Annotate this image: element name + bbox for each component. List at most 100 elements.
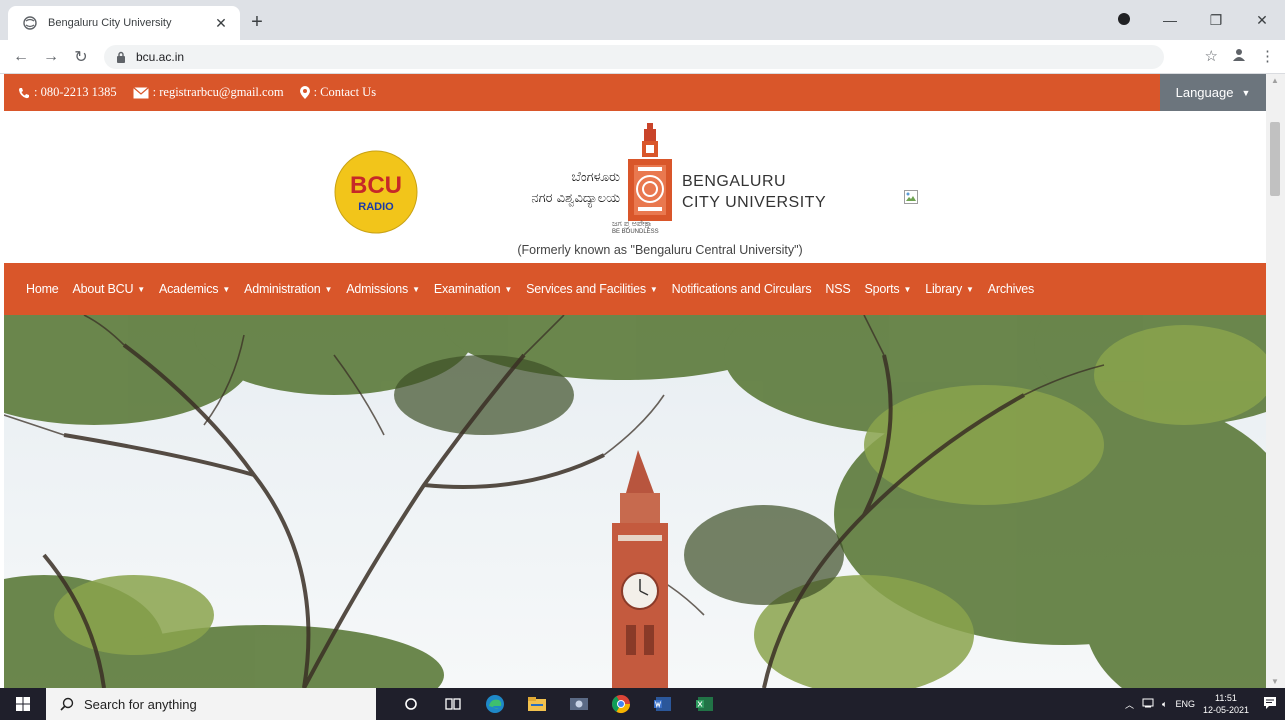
university-motto: ಜಗ ಪ್ರ ಅಪೇಕ್ಷಾ BE BOUNDLESS xyxy=(612,219,659,235)
nav-item-label: Admissions xyxy=(346,282,409,296)
contact-us-link[interactable]: : Contact Us xyxy=(299,85,376,100)
hero-image xyxy=(4,315,1266,688)
photos-app-icon[interactable] xyxy=(558,688,600,720)
caret-down-icon: ▼ xyxy=(903,284,912,294)
caret-down-icon: ▼ xyxy=(324,284,333,294)
caret-down-icon: ▼ xyxy=(966,284,974,294)
nav-item-notifications-and-circulars[interactable]: Notifications and Circulars xyxy=(672,282,812,296)
caret-down-icon: ▼ xyxy=(137,284,145,294)
taskbar-search-placeholder: Search for anything xyxy=(84,696,197,712)
nav-item-sports[interactable]: Sports ▼ xyxy=(865,282,912,296)
tab-title: Bengaluru City University xyxy=(48,17,172,29)
address-bar-row: ← → ↻ bcu.ac.in ☆ ⋮ xyxy=(0,40,1285,74)
close-window-icon[interactable]: ✕ xyxy=(1239,12,1285,29)
show-hidden-icons-chevron[interactable]: ︿ xyxy=(1125,698,1134,711)
clock-date: 12-05-2021 xyxy=(1202,705,1249,715)
forward-icon[interactable]: → xyxy=(36,48,66,66)
radio-logo-text-radio: RADIO xyxy=(358,201,394,213)
profile-icon[interactable] xyxy=(1232,47,1246,65)
broken-image-icon xyxy=(904,190,918,204)
university-logo[interactable]: ಬೆಂಗಳೂರು ನಗರ ವಿಶ್ವವಿದ್ಯಾಲಯ BENGALURU CIT… xyxy=(478,119,848,239)
chrome-browser-icon[interactable] xyxy=(600,688,642,720)
close-tab-icon[interactable]: ✕ xyxy=(212,15,230,32)
kannada-name-line1: ಬೆಂಗಳೂರು xyxy=(571,170,620,185)
word-app-icon[interactable] xyxy=(642,688,684,720)
scroll-down-arrow-icon[interactable]: ▼ xyxy=(1271,677,1279,686)
phone-icon xyxy=(19,87,29,98)
kannada-name-line2: ನಗರ ವಿಶ್ವವಿದ್ಯಾಲಯ xyxy=(531,191,620,206)
browser-tab-bar: Bengaluru City University ✕ + — ❐ ✕ xyxy=(0,0,1285,40)
scroll-up-arrow-icon[interactable]: ▲ xyxy=(1271,76,1279,85)
taskbar-search-box[interactable]: Search for anything xyxy=(46,688,376,720)
email-text: : registrarbcu@gmail.com xyxy=(152,85,284,99)
nav-item-academics[interactable]: Academics ▼ xyxy=(159,282,230,296)
new-tab-button[interactable]: + xyxy=(244,12,270,34)
scroll-thumb[interactable] xyxy=(1270,122,1280,196)
nav-item-nss[interactable]: NSS xyxy=(825,282,850,296)
page-scrollbar[interactable]: ▲ ▼ xyxy=(1266,74,1285,688)
nav-item-examination[interactable]: Examination ▼ xyxy=(433,282,513,296)
caret-down-icon: ▼ xyxy=(222,284,231,294)
radio-logo-text-bcu: BCU xyxy=(350,172,402,199)
nav-item-library[interactable]: Library ▼ xyxy=(925,282,974,296)
caret-down-icon: ▼ xyxy=(504,284,513,294)
globe-icon xyxy=(22,15,38,31)
edge-browser-icon[interactable] xyxy=(474,688,516,720)
bcu-radio-logo[interactable]: BCU RADIO xyxy=(334,150,418,234)
browser-tab[interactable]: Bengaluru City University ✕ xyxy=(8,6,240,40)
university-name-line2: CITY UNIVERSITY xyxy=(682,194,827,211)
file-explorer-icon[interactable] xyxy=(516,688,558,720)
nav-item-archives[interactable]: Archives xyxy=(987,282,1035,296)
nav-item-label: Sports xyxy=(864,282,900,296)
search-icon xyxy=(60,697,74,711)
bookmark-star-icon[interactable]: ☆ xyxy=(1205,47,1218,65)
nav-item-label: Archives xyxy=(987,282,1035,296)
caret-down-icon: ▼ xyxy=(1241,87,1251,98)
reload-icon[interactable]: ↻ xyxy=(66,47,96,67)
language-dropdown-button[interactable]: Language ▼ xyxy=(1160,74,1266,111)
back-icon[interactable]: ← xyxy=(6,48,36,66)
excel-app-icon[interactable] xyxy=(684,688,726,720)
email-link[interactable]: : registrarbcu@gmail.com xyxy=(132,85,284,100)
minimize-icon[interactable]: — xyxy=(1147,12,1193,28)
nav-item-services-and-facilities[interactable]: Services and Facilities ▼ xyxy=(526,282,658,296)
phone-text: : 080-2213 1385 xyxy=(34,85,117,99)
clock-time: 11:51 xyxy=(1215,693,1237,703)
notifications-icon[interactable] xyxy=(1263,696,1277,712)
record-icon[interactable] xyxy=(1101,12,1147,28)
nav-item-admissions[interactable]: Admissions ▼ xyxy=(346,282,420,296)
nav-item-label: Home xyxy=(26,282,59,296)
nav-item-about-bcu[interactable]: About BCU ▼ xyxy=(73,282,146,296)
volume-icon[interactable]: 🔈︎ xyxy=(1162,699,1167,710)
task-view-icon[interactable] xyxy=(432,688,474,720)
network-icon[interactable] xyxy=(1142,698,1154,710)
url-bar[interactable]: bcu.ac.in xyxy=(104,45,1164,69)
nav-item-label: Academics xyxy=(159,282,219,296)
taskbar-clock[interactable]: 11:51 12-05-2021 xyxy=(1203,692,1249,716)
nav-item-label: Examination xyxy=(433,282,501,296)
header-logo-area: BCU RADIO ಬೆಂಗಳೂರು ನಗರ ವಿಶ್ವವಿದ್ಯಾಲಯ BEN… xyxy=(4,111,1266,263)
nav-item-administration[interactable]: Administration ▼ xyxy=(244,282,332,296)
caret-down-icon: ▼ xyxy=(649,284,658,294)
windows-start-button[interactable] xyxy=(0,688,46,720)
menu-kebab-icon[interactable]: ⋮ xyxy=(1260,47,1275,65)
main-navigation: Home About BCU ▼ Academics ▼ Administration ▼ A… xyxy=(4,263,1266,315)
nav-item-home[interactable]: Home xyxy=(26,282,59,296)
cortana-icon[interactable] xyxy=(390,688,432,720)
lock-icon xyxy=(117,51,125,63)
language-label: Language xyxy=(1175,85,1234,100)
input-language-indicator[interactable]: ENG xyxy=(1175,699,1195,709)
hero-illustration xyxy=(4,315,1266,688)
restore-icon[interactable]: ❐ xyxy=(1193,12,1239,29)
motto-english: BE BOUNDLESS xyxy=(612,229,659,235)
nav-item-label: NSS xyxy=(825,282,851,296)
formerly-known-as-text: (Formerly known as "Bengaluru Central Un… xyxy=(517,243,803,257)
nav-item-label: Library xyxy=(925,282,962,296)
url-text: bcu.ac.in xyxy=(136,50,185,64)
map-marker-icon xyxy=(299,86,310,99)
phone-link[interactable]: : 080-2213 1385 xyxy=(18,85,117,100)
caret-down-icon: ▼ xyxy=(412,284,420,294)
windows-logo-icon xyxy=(16,697,30,711)
nav-item-label: Administration xyxy=(244,282,321,296)
motto-kannada: ಜಗ ಪ್ರ ಅಪೇಕ್ಷಾ xyxy=(612,219,653,228)
